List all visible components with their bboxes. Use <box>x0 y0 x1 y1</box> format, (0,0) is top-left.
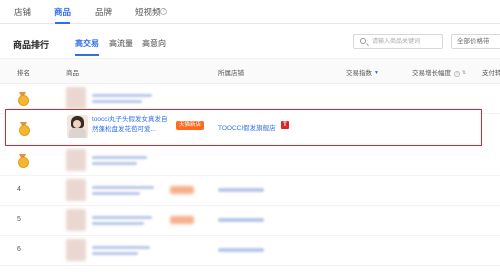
table-row[interactable]: 4 <box>0 176 500 206</box>
tab-products[interactable]: 商品 <box>54 6 71 24</box>
shop-name-link[interactable]: TOOCCI假发旗舰店 <box>218 122 276 132</box>
product-thumbnail[interactable] <box>66 179 86 201</box>
info-icon[interactable]: ? <box>454 71 460 77</box>
product-name-link[interactable]: toocci丸子头假发女真发自然蓬松盘发花苞可爱... <box>92 115 170 137</box>
badge-blurred <box>170 186 194 194</box>
product-name-blurred[interactable] <box>92 216 152 219</box>
tab-brands[interactable]: 品牌 <box>95 6 112 18</box>
product-thumbnail[interactable] <box>66 239 86 261</box>
table-row[interactable] <box>0 146 500 176</box>
product-name-blurred[interactable] <box>92 222 144 225</box>
product-thumbnail[interactable] <box>66 209 86 231</box>
product-name-blurred[interactable] <box>92 246 150 249</box>
tab-high-traffic[interactable]: 高流量 <box>109 38 133 49</box>
product-name-blurred[interactable] <box>92 162 137 165</box>
header-conversion: 支付转 <box>482 70 500 77</box>
tmall-new-store-badge: 天猫新店 <box>176 121 205 130</box>
price-range-select[interactable]: 全部价格带 <box>451 34 500 49</box>
product-thumbnail[interactable] <box>66 149 86 171</box>
panel-title: 商品排行 <box>13 40 50 50</box>
product-name-blurred[interactable] <box>92 252 138 255</box>
product-thumbnail[interactable] <box>66 87 86 109</box>
header-trade-index[interactable]: 交易指数 ▼ <box>346 67 379 77</box>
search-box[interactable] <box>353 34 443 49</box>
product-thumbnail[interactable] <box>67 115 88 138</box>
table-row[interactable]: 6 <box>0 236 500 266</box>
gold-medal-icon <box>18 92 29 106</box>
header-rank: 排名 <box>17 70 30 77</box>
rank-number: 5 <box>17 216 21 223</box>
tab-high-intent[interactable]: 高意向 <box>142 38 166 49</box>
gold-medal-icon <box>18 154 29 168</box>
header-trade-growth[interactable]: 交易增长幅度? ⇅ <box>412 67 466 77</box>
search-input[interactable] <box>372 36 442 47</box>
product-name-blurred[interactable] <box>92 186 154 189</box>
sort-icon[interactable]: ▼ <box>374 70 379 76</box>
rank-number: 6 <box>17 246 21 253</box>
shop-name-blurred[interactable] <box>218 188 264 192</box>
top-tab-bar: 店铺 商品 品牌 短视频 ? <box>0 0 500 24</box>
tmall-icon: T <box>281 121 289 129</box>
help-icon[interactable]: ? <box>160 8 167 15</box>
tab-shops[interactable]: 店铺 <box>14 6 31 18</box>
shop-name-blurred[interactable] <box>218 248 264 252</box>
header-product: 商品 <box>66 70 79 77</box>
header-shop: 所属店铺 <box>218 70 244 77</box>
gold-medal-icon <box>19 122 30 136</box>
header-trade-index-label: 交易指数 <box>346 70 372 77</box>
product-name-blurred[interactable] <box>92 94 152 97</box>
header-trade-growth-label: 交易增长幅度 <box>412 70 451 77</box>
product-name-blurred[interactable] <box>92 156 147 159</box>
table-row-highlighted[interactable]: toocci丸子头假发女真发自然蓬松盘发花苞可爱... 天猫新店 TOOCCI假… <box>5 109 482 146</box>
product-name-blurred[interactable] <box>92 100 142 103</box>
tab-high-trade[interactable]: 高交易 <box>75 38 99 56</box>
table-row[interactable]: 5 <box>0 206 500 236</box>
rank-number: 4 <box>17 186 21 193</box>
badge-blurred <box>170 216 194 224</box>
shop-name-blurred[interactable] <box>218 218 264 222</box>
sort-icon[interactable]: ⇅ <box>462 70 466 76</box>
table-header: 排名 商品 所属店铺 交易指数 ▼ 交易增长幅度? ⇅ 支付转 <box>0 58 500 84</box>
tab-short-videos[interactable]: 短视频 <box>135 6 161 18</box>
search-icon <box>360 38 366 44</box>
product-name-blurred[interactable] <box>92 192 140 195</box>
